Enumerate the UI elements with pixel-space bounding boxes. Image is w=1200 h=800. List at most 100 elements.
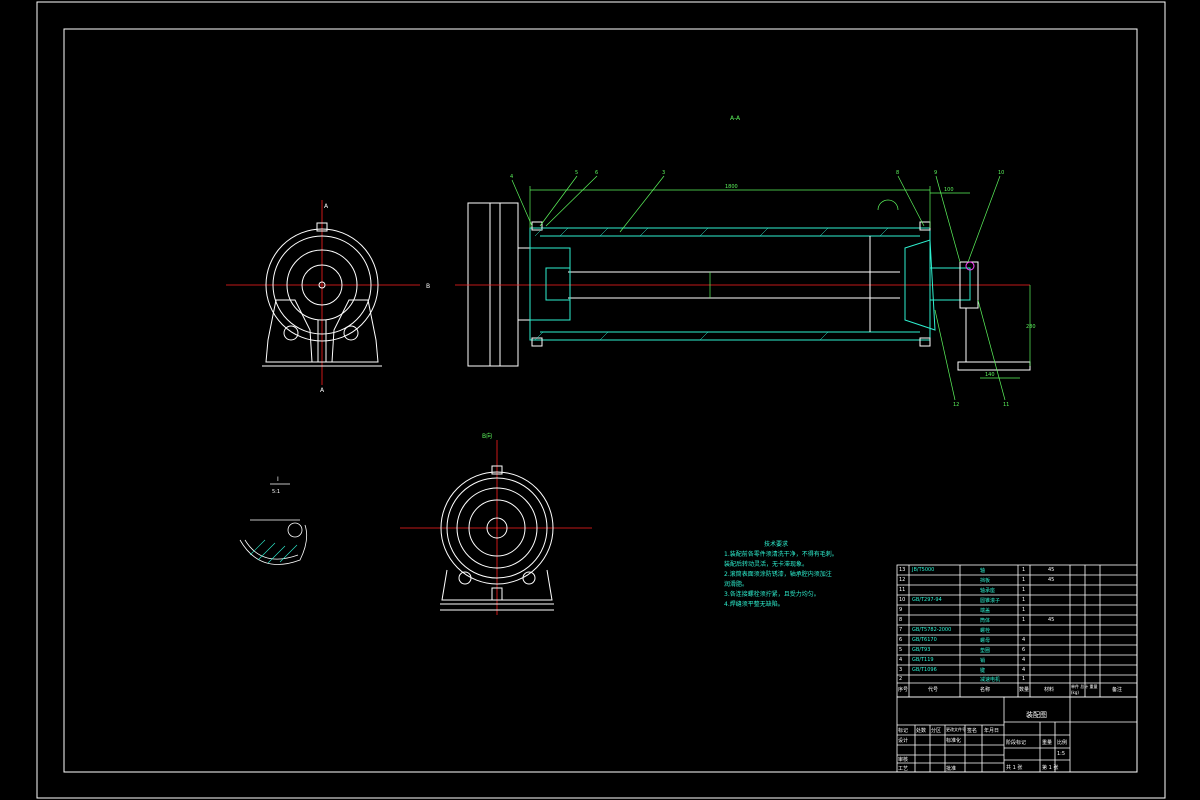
standard-label: 标准化 (946, 738, 962, 744)
part-qty: 6 (1022, 647, 1026, 653)
part-code: GB/T297-94 (912, 597, 942, 603)
view-arrow-b: B (426, 283, 430, 290)
scale-label: 比例 (1057, 740, 1068, 746)
dim-overall-length: 1800 (725, 184, 738, 190)
part-name: 轴承座 (980, 588, 996, 594)
part-name: 轴 (980, 568, 986, 574)
part-qty: 1 (1022, 676, 1026, 682)
part-code: GB/T6170 (912, 637, 937, 643)
detail-view-i (239, 483, 308, 565)
part-qty: 1 (1022, 617, 1026, 623)
detail-scale: 5:1 (272, 489, 280, 495)
part-qty: 4 (1022, 667, 1026, 673)
part-code: JB/T5000 (912, 567, 935, 573)
dim-height: 280 (1026, 324, 1036, 330)
svg-text:11: 11 (1003, 402, 1009, 408)
part-no: 13 (899, 567, 906, 573)
drawing-canvas: A A B 1800 100 280 140 4 5 6 3 8 9 10 12… (36, 1, 1166, 799)
drawing-name: 装配图 (1026, 711, 1047, 719)
part-qty: 1 (1022, 577, 1026, 583)
tech-note-line: 2.滚筒表面须涂防锈漆，轴承腔内须加注 (724, 571, 832, 578)
tech-note-line: 装配后转动灵活，无卡滞现象。 (724, 561, 809, 568)
svg-text:3: 3 (662, 170, 665, 176)
bottom-label: 更改文件号 (946, 727, 966, 732)
header-material: 材料 (1044, 687, 1055, 693)
part-name: 螺栓 (980, 628, 991, 634)
svg-text:4: 4 (510, 174, 513, 180)
bottom-label: 标记 (898, 728, 909, 734)
part-name: 筒体 (980, 618, 991, 624)
part-no: 7 (899, 627, 903, 633)
svg-text:5: 5 (575, 170, 578, 176)
view-b-label: B向 (482, 432, 492, 440)
part-no: 4 (899, 657, 903, 663)
end-view-front (226, 200, 420, 385)
part-code: GB/T5782-2000 (912, 627, 952, 633)
view-arrow-bottom: A (320, 387, 325, 394)
part-mat: 45 (1048, 617, 1055, 623)
view-arrow-top: A (324, 203, 329, 210)
part-no: 2 (899, 676, 903, 682)
part-qty: 4 (1022, 657, 1026, 663)
bottom-label: 处数 (916, 728, 927, 734)
leader-lines (511, 175, 1006, 401)
dim-flange-width: 100 (944, 187, 954, 193)
bottom-label: 年月日 (984, 728, 1000, 734)
part-code: GB/T119 (912, 657, 934, 663)
part-no: 12 (899, 577, 906, 583)
end-view-b (400, 440, 592, 615)
inner-border (63, 28, 1138, 773)
bottom-label: 签名 (967, 728, 978, 734)
process-label: 工艺 (898, 766, 909, 772)
sheet-no: 第 1 张 (1042, 765, 1059, 771)
dim-base-width: 140 (985, 372, 995, 378)
part-no: 8 (899, 617, 903, 623)
section-hatch (534, 227, 889, 341)
tech-notes: 技术要求 1.装配前各零件须清洗干净，不得有毛刺。 装配后转动灵活，无卡滞现象。… (724, 540, 838, 610)
header-weight: 单件 总计 重量(kg) (1071, 684, 1098, 695)
part-qty: 1 (1022, 567, 1026, 573)
part-name: 螺母 (980, 638, 991, 644)
header-remark: 备注 (1112, 687, 1123, 693)
sheet-total: 共 1 张 (1006, 765, 1023, 771)
part-qty: 1 (1022, 597, 1026, 603)
dimension-lines (529, 186, 1031, 379)
part-qty: 1 (1022, 587, 1026, 593)
section-label: A-A (730, 115, 741, 122)
part-code: GB/T93 (912, 647, 931, 653)
part-no: 5 (899, 647, 903, 653)
part-no: 9 (899, 607, 903, 613)
tech-note-line: 润滑脂。 (724, 581, 749, 588)
header-code: 代号 (928, 687, 939, 693)
svg-text:8: 8 (896, 170, 899, 176)
part-name: 挡板 (980, 578, 991, 584)
part-mat: 45 (1048, 567, 1055, 573)
part-qty: 1 (1022, 607, 1026, 613)
svg-text:12: 12 (953, 402, 959, 408)
part-code: GB/T1096 (912, 667, 937, 673)
tech-note-line: 1.装配前各零件须清洗干净，不得有毛刺。 (724, 551, 838, 558)
part-qty: 4 (1022, 637, 1026, 643)
bottom-label: 分区 (931, 728, 942, 734)
part-no: 6 (899, 637, 903, 643)
part-no: 3 (899, 667, 903, 673)
part-name: 圆锥滚子 (980, 598, 1001, 604)
part-name: 键 (980, 668, 986, 674)
part-name: 垫圈 (980, 648, 991, 654)
part-no: 11 (899, 587, 906, 593)
section-view-main (455, 202, 1031, 371)
scale-value: 1:5 (1057, 751, 1066, 757)
detail-label: I (277, 476, 279, 483)
header-index: 序号 (898, 687, 909, 693)
header-name: 名称 (980, 687, 991, 693)
svg-text:9: 9 (934, 170, 937, 176)
approve-label: 批准 (946, 766, 957, 772)
detail-hatch (249, 539, 298, 564)
tech-notes-title: 技术要求 (764, 541, 789, 548)
check-label: 审核 (898, 757, 909, 763)
part-mat: 45 (1048, 577, 1055, 583)
design-label: 设计 (898, 738, 909, 744)
part-balloons: 4 5 6 3 8 9 10 12 11 (510, 170, 1009, 408)
svg-text:10: 10 (998, 170, 1004, 176)
part-name: 销 (980, 658, 986, 664)
